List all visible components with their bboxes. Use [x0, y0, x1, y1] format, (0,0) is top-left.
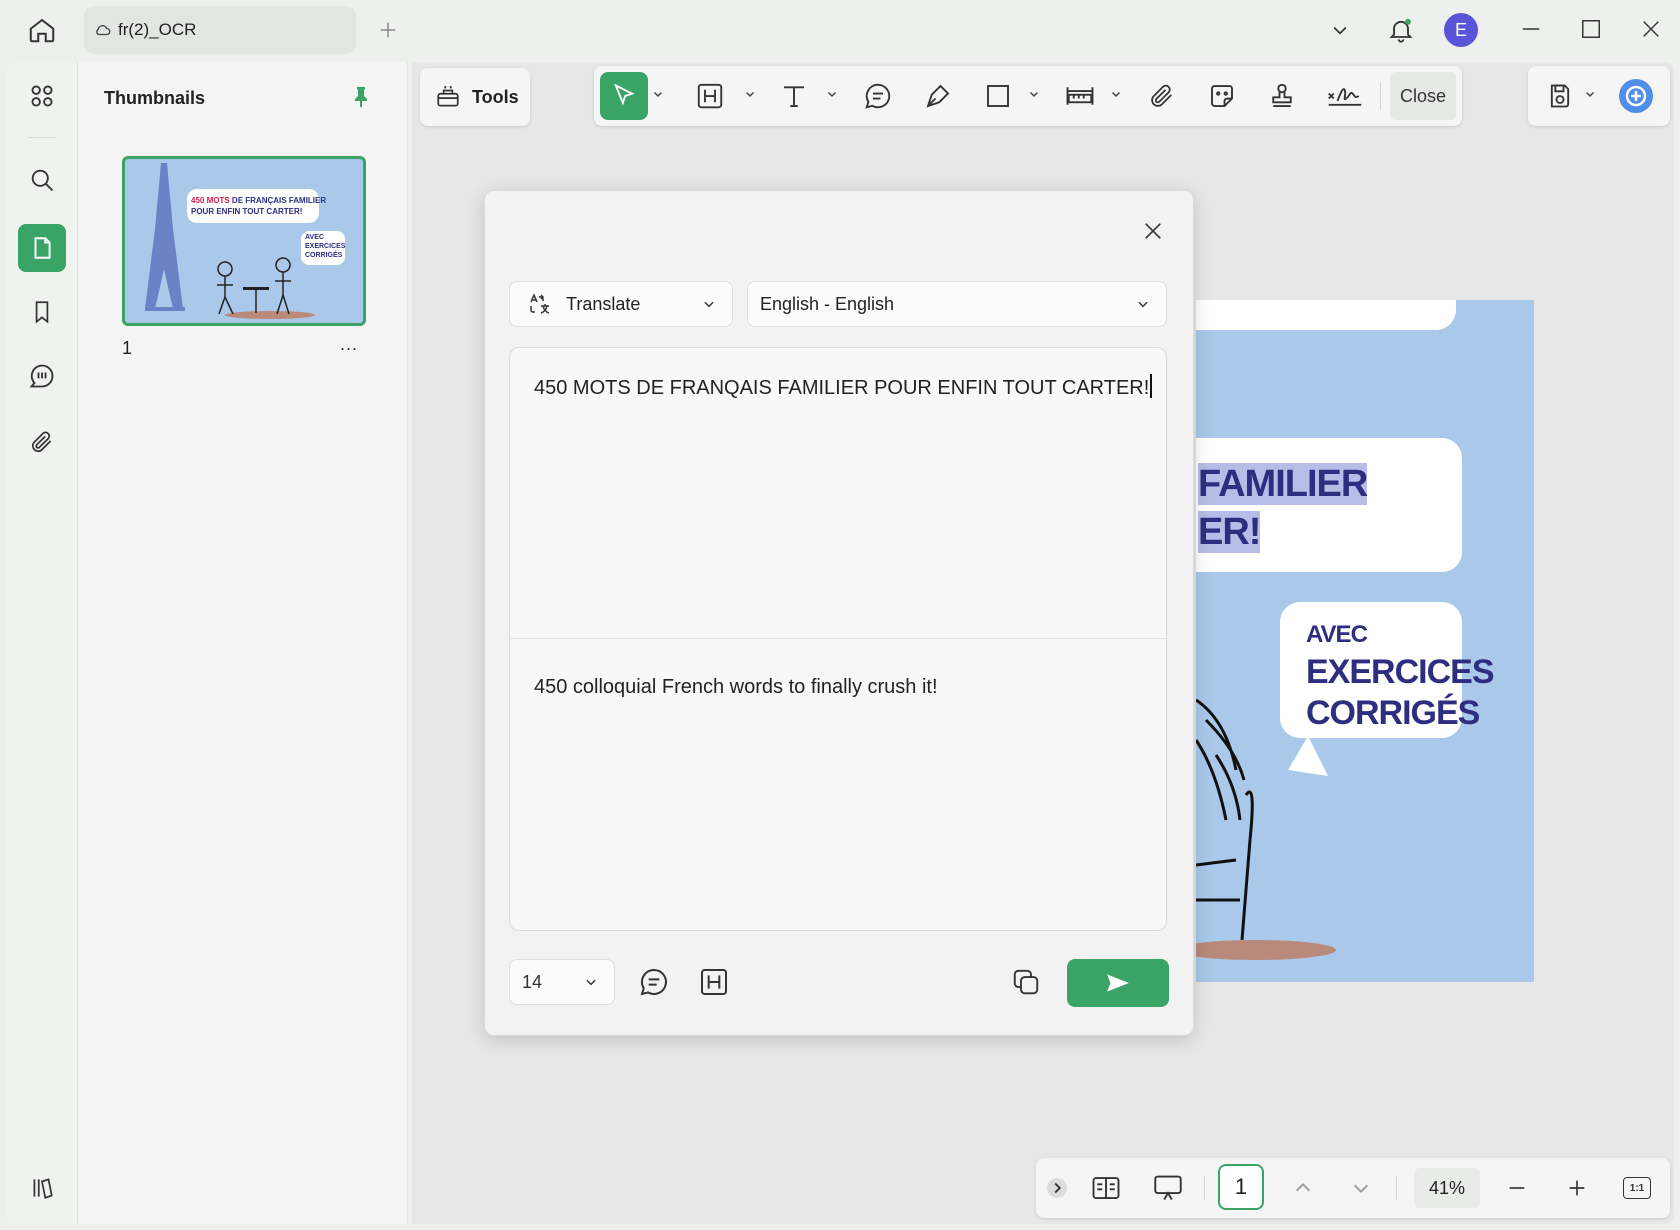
page-illustration: [1196, 698, 1336, 960]
send-arrow-icon: [1107, 974, 1129, 992]
font-size-chevron-down-icon: [584, 975, 598, 989]
toolbox-icon: [437, 85, 459, 107]
new-tab-plus-icon[interactable]: [374, 16, 402, 44]
language-dropdown[interactable]: English - English: [747, 281, 1167, 327]
stamp-icon[interactable]: [1262, 72, 1302, 120]
translate-icon: [528, 292, 552, 316]
thumbnail-headline: 450 MOTS DE FRANÇAIS FAMILIER POUR ENFIN…: [191, 196, 327, 216]
minimize-icon[interactable]: [1516, 14, 1546, 44]
presentation-icon[interactable]: [1150, 1168, 1186, 1208]
translated-text-output: 450 colloquial French words to finally c…: [534, 676, 938, 698]
zoom-level[interactable]: 41%: [1414, 1168, 1480, 1208]
text-tool-chevron-down-icon[interactable]: [826, 88, 838, 100]
insert-highlight-icon[interactable]: [695, 963, 733, 1001]
text-area-divider: [510, 638, 1166, 639]
shape-tool-icon[interactable]: [978, 72, 1018, 120]
thumbnails-panel: Thumbnails 450 MOTS DE FRANÇAIS FAMILIER…: [78, 62, 408, 1224]
next-page-chevron-down-icon[interactable]: [1346, 1168, 1376, 1208]
pen-tool-icon[interactable]: [918, 72, 958, 120]
document-page: FAMILIER ER! AVEC EXERCICES CORRIGÉS: [1196, 300, 1534, 982]
search-icon[interactable]: [18, 156, 66, 204]
save-icon[interactable]: [1542, 72, 1578, 120]
notification-bell-icon[interactable]: [1384, 13, 1418, 47]
library-icon[interactable]: [18, 1164, 66, 1212]
thumbnails-page-icon[interactable]: [18, 224, 66, 272]
thumbnails-title: Thumbnails: [104, 88, 206, 108]
measure-tool-icon[interactable]: [1060, 72, 1100, 120]
left-rail: [6, 62, 78, 1224]
sticker-icon[interactable]: [1202, 72, 1242, 120]
rail-divider: [28, 137, 56, 138]
text-caret: [1150, 374, 1153, 398]
window-close-icon[interactable]: [1636, 14, 1666, 44]
font-size-dropdown[interactable]: 14: [509, 959, 615, 1005]
document-tab-title: fr(2)_OCR: [118, 20, 197, 39]
toolbar-divider: [1380, 82, 1381, 110]
tools-label: Tools: [472, 86, 519, 107]
chevron-down-icon[interactable]: [1326, 16, 1354, 44]
cursor-arrow-icon: [614, 83, 635, 106]
page-thumbnail[interactable]: 450 MOTS DE FRANÇAIS FAMILIER POUR ENFIN…: [122, 156, 366, 326]
bookmark-icon[interactable]: [18, 288, 66, 336]
user-avatar[interactable]: E: [1444, 13, 1478, 47]
thumbnail-page-number: 1: [122, 338, 133, 358]
language-label: English - English: [760, 293, 895, 314]
bottom-navigation-bar: 1 41% 1:1: [1036, 1158, 1670, 1218]
signature-icon[interactable]: [1322, 72, 1368, 120]
bottom-divider: [1204, 1176, 1205, 1200]
ai-assistant-icon[interactable]: [1614, 72, 1658, 120]
mode-chevron-down-icon: [702, 297, 716, 311]
highlight-chevron-down-icon[interactable]: [744, 88, 756, 100]
mode-label: Translate: [566, 293, 641, 314]
comments-icon[interactable]: [18, 352, 66, 400]
mode-dropdown[interactable]: Translate: [509, 281, 733, 327]
text-tool-icon[interactable]: [774, 72, 814, 120]
annotation-toolbar: Close: [594, 66, 1462, 126]
home-icon[interactable]: [22, 12, 62, 48]
insert-comment-icon[interactable]: [635, 963, 673, 1001]
expand-chevron-right-icon[interactable]: [1046, 1168, 1068, 1208]
shape-chevron-down-icon[interactable]: [1028, 88, 1040, 100]
close-toolbar-button[interactable]: Close: [1390, 72, 1456, 120]
page-layout-icon[interactable]: [1088, 1168, 1124, 1208]
cloud-icon: [94, 21, 112, 39]
select-tool-button[interactable]: [600, 72, 648, 120]
translate-dialog: Translate English - English 450 MOTS DE …: [484, 190, 1194, 1036]
send-button[interactable]: [1067, 959, 1169, 1007]
thumbnail-badge: AVEC EXERCICES CORRIGÉS: [305, 234, 346, 259]
highlight-tool-icon[interactable]: [690, 72, 730, 120]
font-size-value: 14: [522, 971, 543, 992]
tools-button[interactable]: Tools: [420, 68, 530, 126]
title-bar: fr(2)_OCR E: [0, 0, 1680, 60]
language-chevron-down-icon: [1136, 297, 1150, 311]
previous-page-chevron-up-icon[interactable]: [1288, 1168, 1318, 1208]
thumbnail-more-button[interactable]: ...: [340, 334, 358, 355]
copy-icon[interactable]: [1007, 963, 1045, 1001]
actual-size-label: 1:1: [1623, 1177, 1651, 1199]
paperclip-icon[interactable]: [1142, 72, 1182, 120]
document-tab[interactable]: fr(2)_OCR: [84, 6, 356, 54]
maximize-icon[interactable]: [1576, 14, 1606, 44]
attachment-icon[interactable]: [18, 418, 66, 466]
actual-size-button[interactable]: 1:1: [1620, 1168, 1654, 1208]
select-tool-chevron-down-icon[interactable]: [652, 88, 664, 100]
bottom-divider-2: [1396, 1176, 1397, 1200]
zoom-out-minus-icon[interactable]: [1502, 1168, 1532, 1208]
apps-grid-icon[interactable]: [18, 72, 66, 120]
source-text-input[interactable]: 450 MOTS DE FRANQAIS FAMILIER POUR ENFIN…: [534, 374, 1153, 400]
save-chevron-down-icon[interactable]: [1584, 88, 1596, 100]
dialog-close-icon[interactable]: [1135, 213, 1171, 249]
pin-icon[interactable]: [346, 82, 376, 112]
page-number-input[interactable]: 1: [1218, 1164, 1264, 1210]
translation-text-area[interactable]: 450 MOTS DE FRANQAIS FAMILIER POUR ENFIN…: [509, 347, 1167, 931]
save-group: [1528, 66, 1670, 126]
measure-chevron-down-icon[interactable]: [1110, 88, 1122, 100]
comment-tool-icon[interactable]: [858, 72, 898, 120]
zoom-in-plus-icon[interactable]: [1562, 1168, 1592, 1208]
